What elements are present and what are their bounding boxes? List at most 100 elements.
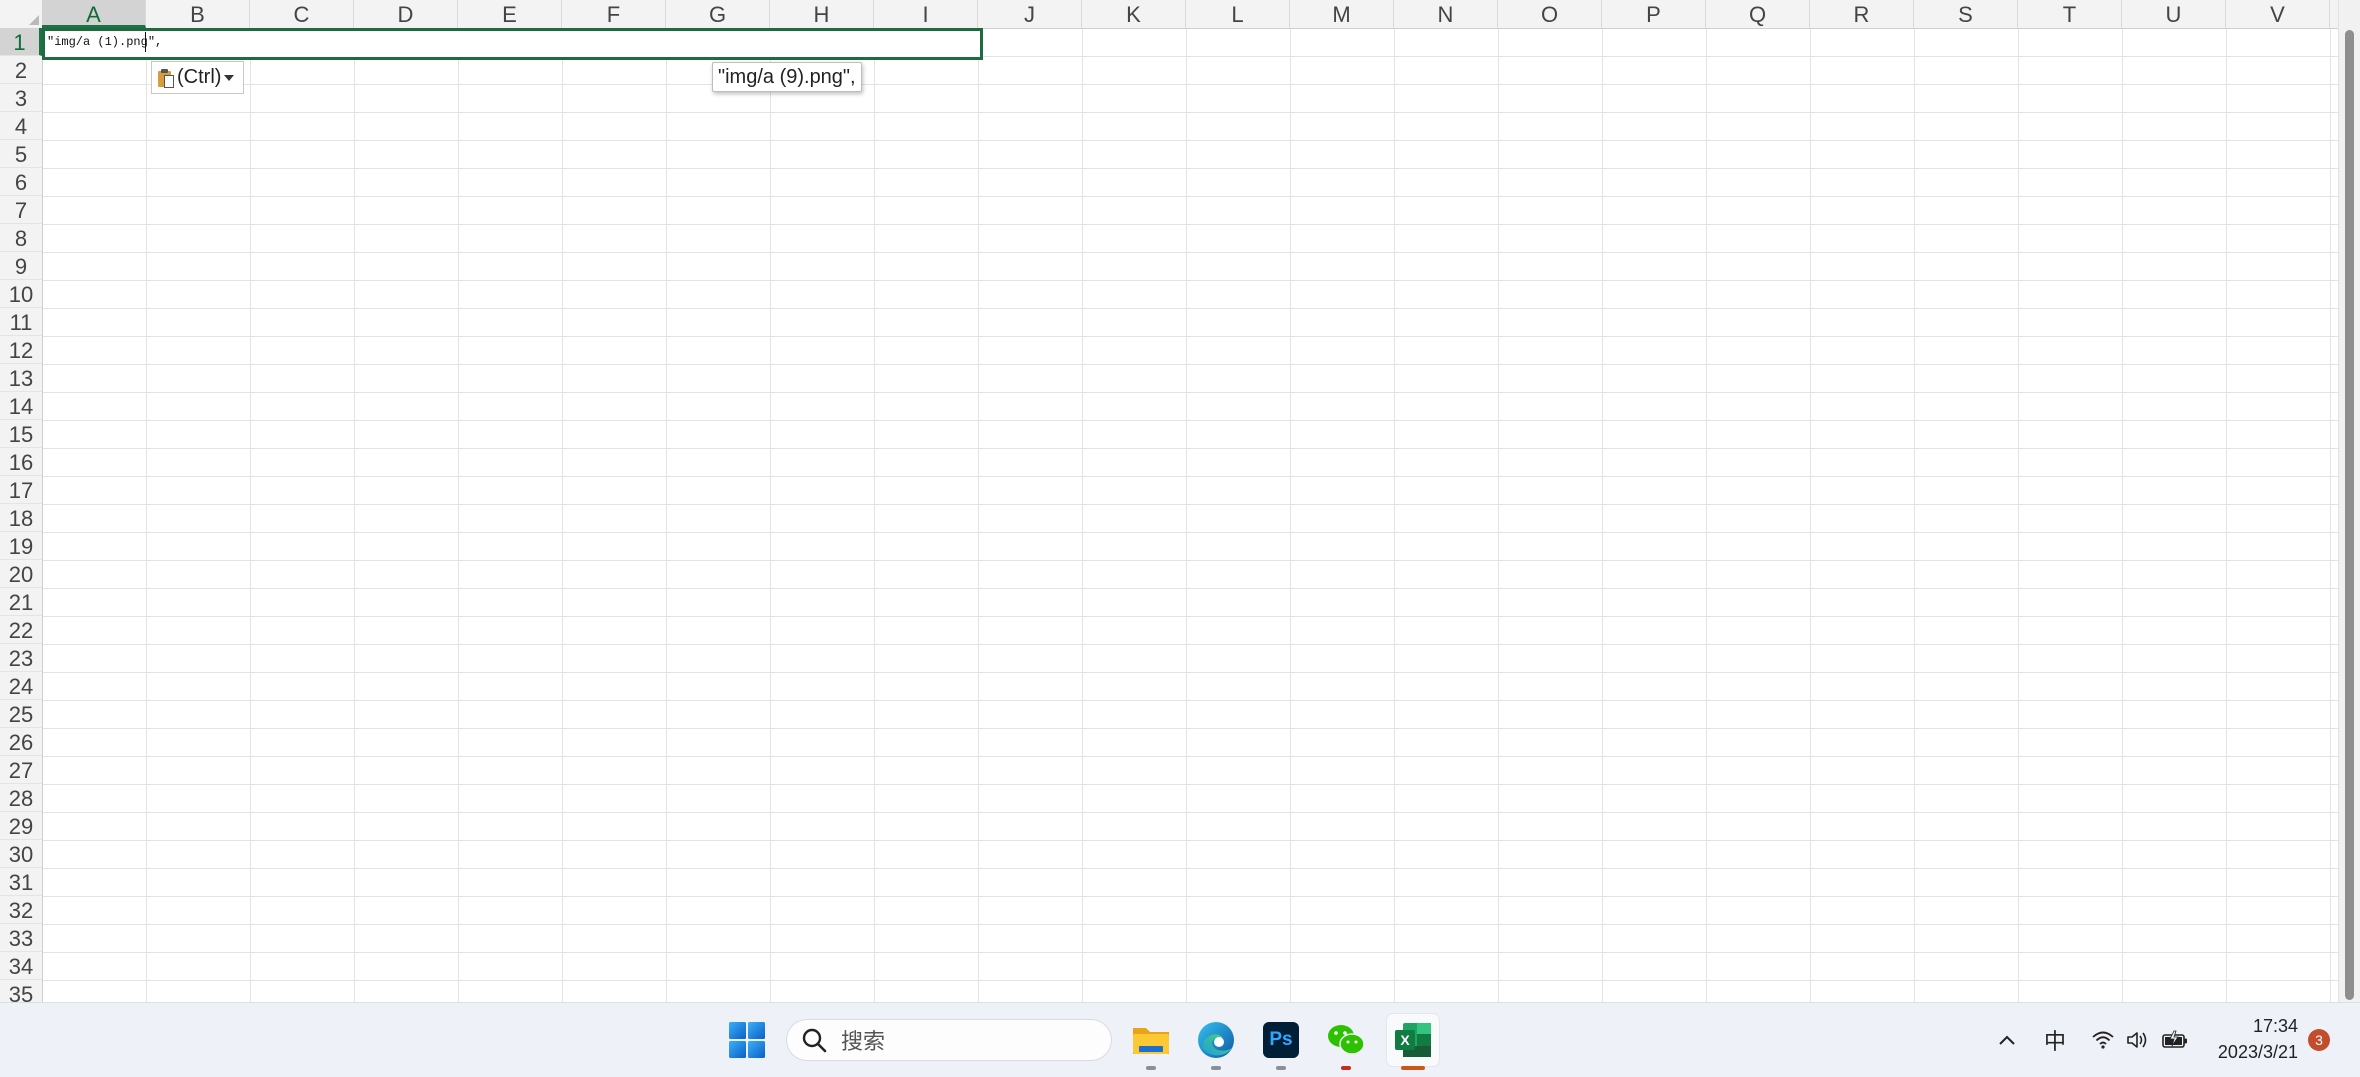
column-header-f[interactable]: F (562, 0, 666, 28)
taskbar-edge[interactable] (1190, 1014, 1242, 1070)
column-header-e[interactable]: E (458, 0, 562, 28)
select-all-corner[interactable] (0, 0, 43, 28)
gridline-horizontal (43, 336, 2338, 337)
taskbar-wechat[interactable] (1320, 1014, 1372, 1070)
clock[interactable]: 17:34 2023/3/21 (2206, 1013, 2298, 1065)
gridline-vertical (250, 29, 251, 1002)
column-header-i[interactable]: I (874, 0, 978, 28)
column-header-d[interactable]: D (354, 0, 458, 28)
row-header-13[interactable]: 13 (0, 364, 42, 392)
column-header-j[interactable]: J (978, 0, 1082, 28)
column-header-l[interactable]: L (1186, 0, 1290, 28)
column-header-a[interactable]: A (42, 0, 146, 28)
ime-indicator[interactable]: 中 (2038, 1003, 2072, 1077)
gridline-horizontal (43, 168, 2338, 169)
gridline-horizontal (43, 924, 2338, 925)
spreadsheet[interactable]: ABCDEFGHIJKLMNOPQRSTUV 1 2 3 4 5 6 7 8 9 10 11 12 13… (0, 0, 2360, 1002)
notification-badge[interactable]: 3 (2308, 1029, 2330, 1051)
row-header-26[interactable]: 26 (0, 728, 42, 756)
wifi-icon (2092, 1031, 2114, 1049)
cell-grid[interactable] (43, 29, 2338, 1002)
photoshop-icon: Ps (1263, 1022, 1299, 1058)
gridline-vertical (1394, 29, 1395, 1002)
row-header-29[interactable]: 29 (0, 812, 42, 840)
running-indicator (1146, 1066, 1156, 1070)
row-header-20[interactable]: 20 (0, 560, 42, 588)
column-header-u[interactable]: U (2122, 0, 2226, 28)
chevron-down-icon (224, 74, 235, 81)
row-header-34[interactable]: 34 (0, 952, 42, 980)
column-header-t[interactable]: T (2018, 0, 2122, 28)
row-header-9[interactable]: 9 (0, 252, 42, 280)
gridline-vertical (146, 29, 147, 1002)
gridline-vertical (1602, 29, 1603, 1002)
taskbar-file-explorer[interactable] (1125, 1014, 1177, 1070)
column-header-c[interactable]: C (250, 0, 354, 28)
row-header-16[interactable]: 16 (0, 448, 42, 476)
row-header-22[interactable]: 22 (0, 616, 42, 644)
running-indicator (1276, 1066, 1286, 1070)
battery-button[interactable] (2158, 1003, 2192, 1077)
column-header-o[interactable]: O (1498, 0, 1602, 28)
row-header-11[interactable]: 11 (0, 308, 42, 336)
column-header-r[interactable]: R (1810, 0, 1914, 28)
row-header-4[interactable]: 4 (0, 112, 42, 140)
vertical-scrollbar[interactable] (2338, 0, 2360, 1002)
row-header-18[interactable]: 18 (0, 504, 42, 532)
gridline-vertical (978, 29, 979, 1002)
row-header-7[interactable]: 7 (0, 196, 42, 224)
scrollbar-thumb[interactable] (2345, 30, 2354, 1000)
show-hidden-icons-button[interactable] (1990, 1003, 2024, 1077)
taskbar-photoshop[interactable]: Ps (1255, 1014, 1307, 1070)
column-header-m[interactable]: M (1290, 0, 1394, 28)
row-header-28[interactable]: 28 (0, 784, 42, 812)
network-button[interactable] (2088, 1003, 2118, 1077)
row-header-14[interactable]: 14 (0, 392, 42, 420)
row-header-8[interactable]: 8 (0, 224, 42, 252)
gridline-vertical (2122, 29, 2123, 1002)
row-header-24[interactable]: 24 (0, 672, 42, 700)
column-header-k[interactable]: K (1082, 0, 1186, 28)
row-header-33[interactable]: 33 (0, 924, 42, 952)
row-header-17[interactable]: 17 (0, 476, 42, 504)
taskbar-excel[interactable]: X (1387, 1014, 1439, 1070)
column-header-b[interactable]: B (146, 0, 250, 28)
row-header-3[interactable]: 3 (0, 84, 42, 112)
wechat-icon (1328, 1025, 1365, 1055)
paste-options-button[interactable]: (Ctrl) (151, 61, 244, 94)
row-header-35[interactable]: 35 (0, 980, 42, 1002)
row-header-25[interactable]: 25 (0, 700, 42, 728)
gridline-vertical (2226, 29, 2227, 1002)
row-header-5[interactable]: 5 (0, 140, 42, 168)
taskbar-search[interactable]: 搜索 (786, 1019, 1112, 1061)
excel-icon: X (1395, 1023, 1431, 1057)
gridline-horizontal (43, 700, 2338, 701)
volume-button[interactable] (2122, 1003, 2152, 1077)
gridline-horizontal (43, 840, 2338, 841)
column-header-s[interactable]: S (1914, 0, 2018, 28)
row-header-27[interactable]: 27 (0, 756, 42, 784)
row-header-2[interactable]: 2 (0, 56, 42, 84)
active-cell-a1[interactable] (42, 28, 983, 60)
row-header-32[interactable]: 32 (0, 896, 42, 924)
row-header-15[interactable]: 15 (0, 420, 42, 448)
column-header-p[interactable]: P (1602, 0, 1706, 28)
gridline-horizontal (43, 140, 2338, 141)
row-header-6[interactable]: 6 (0, 168, 42, 196)
column-header-n[interactable]: N (1394, 0, 1498, 28)
start-button[interactable] (721, 1014, 773, 1066)
row-header-19[interactable]: 19 (0, 532, 42, 560)
column-header-v[interactable]: V (2226, 0, 2330, 28)
column-header-q[interactable]: Q (1706, 0, 1810, 28)
row-header-12[interactable]: 12 (0, 336, 42, 364)
row-header-30[interactable]: 30 (0, 840, 42, 868)
row-header-31[interactable]: 31 (0, 868, 42, 896)
row-header-1[interactable]: 1 (0, 28, 42, 56)
row-header-23[interactable]: 23 (0, 644, 42, 672)
row-header-10[interactable]: 10 (0, 280, 42, 308)
gridline-horizontal (43, 448, 2338, 449)
column-header-h[interactable]: H (770, 0, 874, 28)
gridline-horizontal (43, 644, 2338, 645)
row-header-21[interactable]: 21 (0, 588, 42, 616)
column-header-g[interactable]: G (666, 0, 770, 28)
